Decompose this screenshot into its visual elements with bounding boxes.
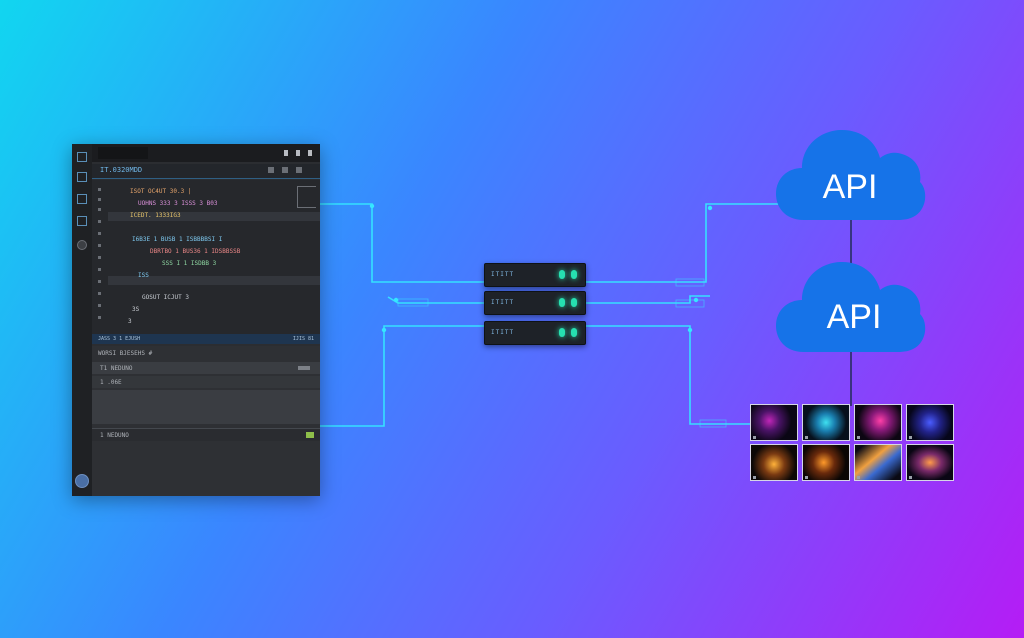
status-bar: JASS 3 1 EJUSH IJIS 81 xyxy=(92,334,320,344)
status-led-icon xyxy=(559,270,565,279)
extensions-icon[interactable] xyxy=(77,194,87,204)
code-line: GOSUT ICJUT 3 xyxy=(142,294,189,301)
server-label: ITITT xyxy=(491,299,515,306)
panel-row[interactable]: 1 NEDUNO xyxy=(92,428,320,441)
split-icon[interactable] xyxy=(268,167,274,173)
code-line: ISS xyxy=(138,272,149,279)
server-label: ITITT xyxy=(491,271,515,278)
api-cloud-top: API xyxy=(776,130,926,220)
tab-bar: IT.0320MDD xyxy=(92,164,320,179)
title-bar xyxy=(92,144,320,162)
editor-to-server-3-connector xyxy=(320,325,484,427)
code-editor-window: IT.0320MDD ISOT OC4UT 30.3 | UOHNS 333 3… xyxy=(72,144,320,496)
panel-header: WORSI BJESEHS # xyxy=(98,350,153,357)
more-icon[interactable] xyxy=(296,167,302,173)
code-line: I6B3E 1 BUSB 1 ISBBBBSI I xyxy=(132,236,223,243)
code-line: DBRTBO 1 BUS36 1 IDSBBSSB xyxy=(150,248,241,255)
status-right: IJIS 81 xyxy=(292,336,314,342)
code-line: ICEDT. 1333IG3 xyxy=(130,212,181,219)
files-icon[interactable] xyxy=(77,172,87,182)
image-thumbnail[interactable] xyxy=(906,404,954,441)
code-line: 3S xyxy=(132,306,140,313)
line-gutter xyxy=(92,180,108,336)
editor-to-server-1-connector xyxy=(320,203,484,283)
image-thumbnail[interactable] xyxy=(854,404,902,441)
image-thumbnail[interactable] xyxy=(802,404,850,441)
image-thumbnail[interactable] xyxy=(802,444,850,481)
server-2-to-cloud-connector xyxy=(584,295,710,304)
minimap[interactable] xyxy=(297,186,316,208)
server-1-to-cloud-connector xyxy=(584,203,780,283)
status-led-icon xyxy=(559,328,565,337)
status-led-icon xyxy=(571,328,577,337)
editor-to-server-2-connector xyxy=(387,296,484,304)
panel-row[interactable]: 1 .06E xyxy=(92,376,320,388)
cloud-label: API xyxy=(827,298,882,336)
server-label: ITITT xyxy=(491,329,515,336)
server-3-to-images-connector xyxy=(584,325,752,425)
status-led-icon xyxy=(571,270,577,279)
api-cloud-bottom: API xyxy=(776,262,926,352)
tab-title[interactable]: IT.0320MDD xyxy=(100,166,142,174)
minimize-icon[interactable] xyxy=(284,150,288,156)
panel-row[interactable]: T1 NEDUNO xyxy=(92,362,320,374)
status-led-icon xyxy=(571,298,577,307)
status-left: JASS 3 1 EJUSH xyxy=(98,336,141,342)
settings-icon[interactable] xyxy=(77,240,87,250)
code-line: UOHNS 333 3 ISSS 3 B03 xyxy=(138,200,218,207)
activity-bar xyxy=(72,144,92,496)
server-unit-2: ITITT xyxy=(484,291,586,315)
code-line: 3 xyxy=(128,318,132,325)
maximize-icon[interactable] xyxy=(296,150,300,156)
layout-icon[interactable] xyxy=(282,167,288,173)
image-thumbnail[interactable] xyxy=(906,444,954,481)
image-thumbnail[interactable] xyxy=(750,444,798,481)
code-area[interactable]: ISOT OC4UT 30.3 | UOHNS 333 3 ISSS 3 B03… xyxy=(92,180,320,336)
code-line: SSS I 1 ISDBB 3 xyxy=(162,260,217,267)
cloud-label: API xyxy=(823,168,878,206)
terminal-panel: WORSI BJESEHS # T1 NEDUNO 1 .06E 1 NEDUN… xyxy=(92,346,320,496)
code-line: ISOT OC4UT 30.3 | xyxy=(130,188,192,195)
source-control-icon[interactable] xyxy=(77,216,87,226)
account-icon[interactable] xyxy=(75,474,89,488)
panel-output xyxy=(92,390,320,424)
image-thumbnail[interactable] xyxy=(750,404,798,441)
server-unit-3: ITITT xyxy=(484,321,586,345)
explorer-icon[interactable] xyxy=(77,152,87,162)
image-thumbnail[interactable] xyxy=(854,444,902,481)
close-icon[interactable] xyxy=(308,150,312,156)
server-unit-1: ITITT xyxy=(484,263,586,287)
status-led-icon xyxy=(559,298,565,307)
